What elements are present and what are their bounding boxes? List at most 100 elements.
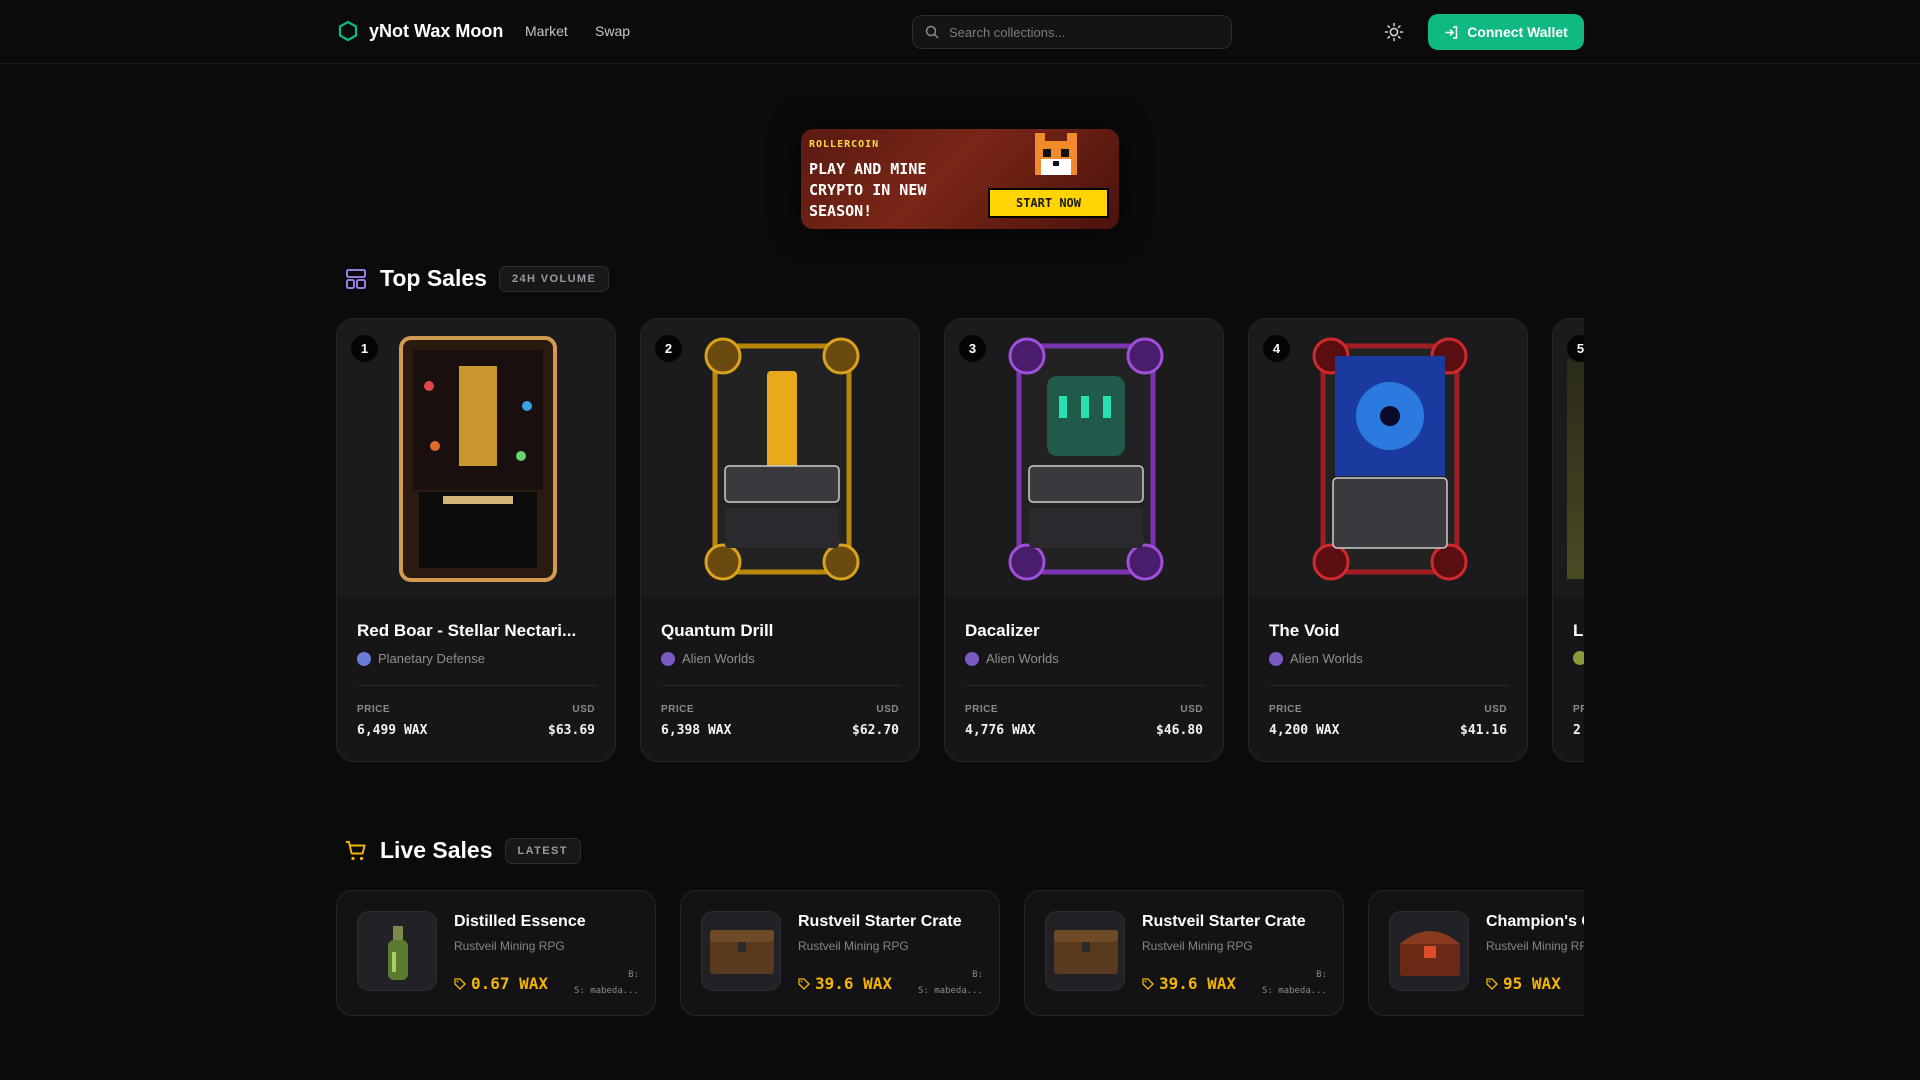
- crate-icon: [1054, 930, 1118, 974]
- connect-wallet-button[interactable]: Connect Wallet: [1428, 14, 1584, 50]
- collection-link[interactable]: Alien Worlds: [1269, 651, 1363, 666]
- item-name[interactable]: Rustveil Starter Crate: [1142, 913, 1306, 931]
- collection-avatar: [965, 651, 979, 666]
- dacalizer-card-image: [1008, 337, 1164, 581]
- sun-theme-toggle-icon[interactable]: [1384, 22, 1404, 42]
- connect-wallet-label: Connect Wallet: [1467, 24, 1568, 40]
- live-sale-card[interactable]: Champion's C Rustveil Mining RF 95 WAX: [1368, 890, 1584, 1016]
- item-collection: Rustveil Mining RPG: [1142, 939, 1253, 953]
- live-sale-card[interactable]: Distilled Essence Rustveil Mining RPG 0.…: [336, 890, 656, 1016]
- nft-name[interactable]: The Void: [1269, 621, 1514, 641]
- usd-label: USD: [572, 704, 595, 715]
- divider: [357, 685, 597, 686]
- divider: [1269, 685, 1509, 686]
- search-input[interactable]: [949, 24, 1209, 40]
- live-sale-card[interactable]: Rustveil Starter Crate Rustveil Mining R…: [680, 890, 1000, 1016]
- price-label: PRICE: [661, 704, 695, 715]
- login-icon: [1445, 25, 1458, 39]
- buyer-label: B:: [628, 970, 639, 980]
- usd-label: USD: [1484, 704, 1507, 715]
- price-wax: 6,499 WAX: [357, 723, 428, 738]
- nft-image-area: 4: [1249, 319, 1527, 597]
- buyer-label: B:: [972, 970, 983, 980]
- rollercoin-ad-banner[interactable]: ROLLERCOIN PLAY AND MINE CRYPTO IN NEW S…: [801, 129, 1119, 229]
- tag-icon: [798, 977, 810, 990]
- brand-name: yNot Wax Moon: [369, 20, 504, 41]
- item-price-value: 39.6 WAX: [815, 974, 893, 993]
- search-icon: [925, 25, 939, 39]
- banner-headline: PLAY AND MINE CRYPTO IN NEW SEASON!: [809, 160, 927, 220]
- price-usd: $63.69: [548, 723, 595, 738]
- price-wax: 2: [1573, 723, 1581, 738]
- price-usd: $62.70: [852, 723, 899, 738]
- price-usd: $41.16: [1460, 723, 1507, 738]
- brand[interactable]: yNot Wax Moon: [337, 20, 503, 42]
- item-name[interactable]: Champion's C: [1486, 913, 1584, 931]
- item-collection: Rustveil Mining RF: [1486, 939, 1584, 953]
- top-sales-carousel[interactable]: 1 Red Boar - Stellar Nectari... Planetar…: [336, 318, 1584, 764]
- item-price-value: 95 WAX: [1503, 974, 1561, 993]
- bottle-icon: [388, 926, 408, 980]
- seller-label: S: mabeda...: [1261, 986, 1327, 996]
- item-price: 39.6 WAX: [798, 974, 892, 993]
- price-label: PRICE: [357, 704, 391, 715]
- price-wax: 4,200 WAX: [1269, 723, 1340, 738]
- treasure-chest-icon: [1400, 931, 1460, 976]
- price-label: PRICE: [1269, 704, 1303, 715]
- item-name[interactable]: Distilled Essence: [454, 913, 586, 931]
- item-collection: Rustveil Mining RPG: [798, 939, 909, 953]
- rank-badge: 5: [1567, 335, 1584, 362]
- collection-name: Planetary Defense: [378, 651, 485, 666]
- trade-parties: B: S: mabeda...: [915, 967, 983, 999]
- collection-avatar: [661, 651, 675, 666]
- nav-swap-link[interactable]: Swap: [595, 23, 630, 39]
- collection-link[interactable]: [1573, 651, 1584, 665]
- top-sale-card[interactable]: 1 Red Boar - Stellar Nectari... Planetar…: [336, 318, 616, 762]
- seller-label: S: mabeda...: [917, 986, 983, 996]
- collection-link[interactable]: Alien Worlds: [965, 651, 1059, 666]
- buyer-label: B:: [1316, 970, 1327, 980]
- layout-grid-icon: [346, 268, 366, 289]
- collection-avatar: [1573, 651, 1584, 665]
- live-sale-card[interactable]: Rustveil Starter Crate Rustveil Mining R…: [1024, 890, 1344, 1016]
- item-thumbnail: [1389, 911, 1469, 991]
- collection-avatar: [1269, 651, 1283, 666]
- nft-image-area: 1: [337, 319, 615, 597]
- the-void-card-image: [1312, 337, 1468, 581]
- nft-name[interactable]: Quantum Drill: [661, 621, 906, 641]
- item-price: 0.67 WAX: [454, 974, 548, 993]
- nft-image-area: 3: [945, 319, 1223, 597]
- collection-name: Alien Worlds: [1290, 651, 1363, 666]
- trade-parties: B: S: mabeda...: [571, 967, 639, 999]
- hexagon-logo-icon: [338, 20, 358, 42]
- top-sale-card[interactable]: 4 The Void Alien Worlds PRICE USD 4,200 …: [1248, 318, 1528, 762]
- quantum-drill-card-image: [704, 337, 860, 581]
- price-label: PRICE: [1573, 704, 1584, 715]
- nft-name[interactable]: L: [1573, 621, 1584, 641]
- price-wax: 6,398 WAX: [661, 723, 732, 738]
- tag-icon: [1486, 977, 1498, 990]
- nft-image: [1567, 359, 1584, 579]
- top-sale-card[interactable]: 5 L PRICE 2: [1552, 318, 1584, 762]
- item-thumbnail: [357, 911, 437, 991]
- price-wax: 4,776 WAX: [965, 723, 1036, 738]
- latest-badge: LATEST: [504, 837, 581, 864]
- search-bar[interactable]: [912, 15, 1232, 49]
- start-now-button[interactable]: START NOW: [988, 188, 1109, 218]
- item-collection: Rustveil Mining RPG: [454, 939, 565, 953]
- banner-brand: ROLLERCOIN: [809, 139, 880, 150]
- nav-market-link[interactable]: Market: [525, 23, 568, 39]
- collection-link[interactable]: Planetary Defense: [357, 651, 485, 666]
- shopping-cart-icon: [346, 840, 366, 860]
- nft-name[interactable]: Dacalizer: [965, 621, 1210, 641]
- top-sale-card[interactable]: 3 Dacalizer Alien Worlds PRICE USD 4,776…: [944, 318, 1224, 762]
- live-sales-title: Live Sales: [380, 837, 493, 863]
- top-nav: yNot Wax Moon Market Swap Connect Wallet: [0, 0, 1920, 64]
- item-name[interactable]: Rustveil Starter Crate: [798, 913, 962, 931]
- live-sales-header: Live Sales LATEST: [344, 837, 581, 864]
- collection-link[interactable]: Alien Worlds: [661, 651, 755, 666]
- live-sales-list[interactable]: Distilled Essence Rustveil Mining RPG 0.…: [336, 890, 1584, 1016]
- nft-name[interactable]: Red Boar - Stellar Nectari...: [357, 621, 602, 641]
- top-sale-card[interactable]: 2 Quantum Drill Alien Worlds PRICE USD 6…: [640, 318, 920, 762]
- nft-image-area: 2: [641, 319, 919, 597]
